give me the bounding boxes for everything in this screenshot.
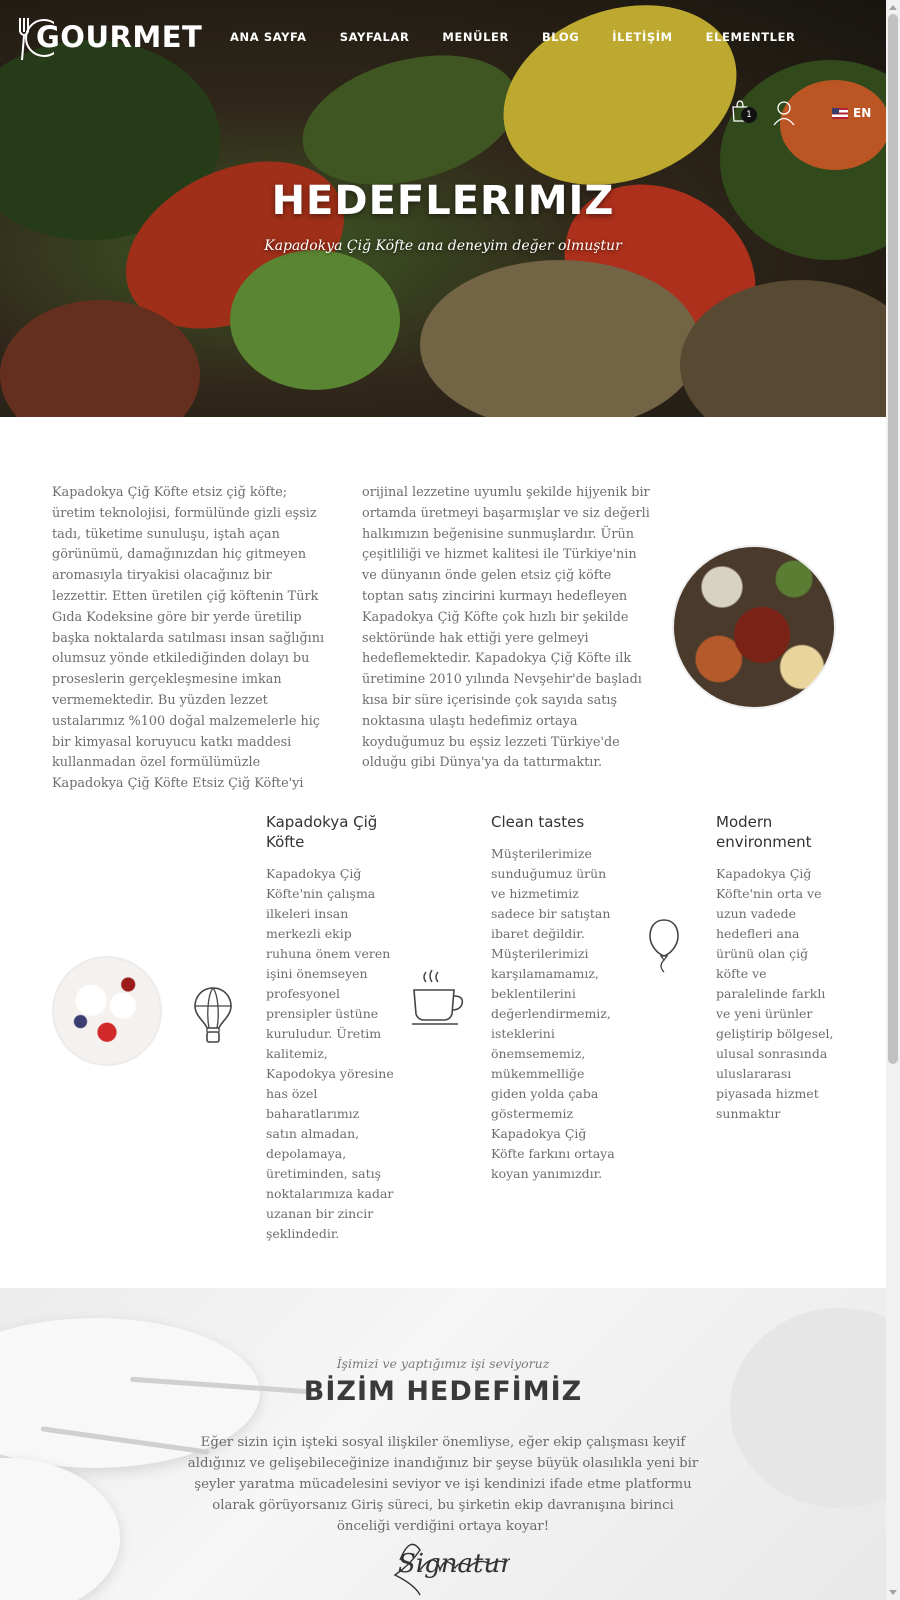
intro-text-column-2: orijinal lezzetine uyumlu şekilde hijyen… xyxy=(362,485,650,771)
feature-title-2: Clean tastes xyxy=(491,813,585,831)
plate-decoration xyxy=(730,1308,886,1508)
signature-text: Signature xyxy=(398,1549,510,1579)
feature-title-3: Modern environment xyxy=(716,813,812,851)
page-scrollbar[interactable] xyxy=(886,0,900,1600)
nav-item-ana-sayfa[interactable]: ANA SAYFA xyxy=(230,30,307,44)
logo-text: GOURMET xyxy=(36,20,203,54)
nav-item-menuler[interactable]: MENÜLER xyxy=(442,30,509,44)
scrollbar-thumb[interactable] xyxy=(888,14,898,1064)
account-button[interactable] xyxy=(773,100,795,126)
nav-item-sayfalar[interactable]: SAYFALAR xyxy=(340,30,410,44)
feature-text-3: Kapadokya Çiğ Köfte'nin orta ve uzun vad… xyxy=(716,866,834,1121)
scroll-down-arrow-icon[interactable] xyxy=(889,1590,897,1595)
user-icon xyxy=(773,101,795,126)
nav-item-elementler[interactable]: ELEMENTLER xyxy=(706,30,796,44)
hot-air-balloon-icon xyxy=(194,987,232,1043)
plate-decoration xyxy=(0,1458,120,1600)
language-label: EN xyxy=(853,106,872,120)
nav-item-iletisim[interactable]: İLETİŞİM xyxy=(612,30,672,44)
feature-title-1: Kapadokya Çiğ Köfte xyxy=(266,813,378,851)
goal-text: Eğer sizin için işteki sosyal ilişkiler … xyxy=(187,1435,699,1534)
header-actions: 1 EN xyxy=(730,100,880,130)
us-flag-icon xyxy=(832,107,848,119)
balloon-icon xyxy=(649,919,679,973)
scroll-up-arrow-icon[interactable] xyxy=(889,5,897,10)
cart-count-badge: 1 xyxy=(741,107,757,123)
main-nav: ANA SAYFA SAYFALAR MENÜLER BLOG İLETİŞİM… xyxy=(230,30,829,44)
hero-title: HEDEFLERIMIZ xyxy=(271,178,615,224)
intro-text-column-1: Kapadokya Çiğ Köfte etsiz çiğ köfte; üre… xyxy=(52,485,325,792)
hero-subtitle: Kapadokya Çiğ Köfte ana deneyim değer ol… xyxy=(264,238,622,254)
language-switcher[interactable]: EN xyxy=(832,106,871,120)
feature-text-1: Kapadokya Çiğ Köfte'nin çalışma ilkeleri… xyxy=(266,866,394,1241)
food-plate-image xyxy=(672,545,836,709)
feature-text-2: Müşterilerimize sunduğumuz ürün ve hizme… xyxy=(491,846,615,1181)
cart-button[interactable]: 1 xyxy=(730,100,757,124)
goal-title: BİZİM HEDEFİMİZ xyxy=(303,1376,583,1407)
signature-image: Signature xyxy=(393,1543,510,1596)
coffee-cup-icon xyxy=(412,969,464,1025)
goal-kicker: İşimizi ve yaptığımız işi seviyoruz xyxy=(336,1356,550,1371)
hero-banner: GOURMET ANA SAYFA SAYFALAR MENÜLER BLOG … xyxy=(0,0,886,417)
nav-item-blog[interactable]: BLOG xyxy=(542,30,579,44)
dessert-image xyxy=(52,956,162,1066)
logo[interactable]: GOURMET xyxy=(14,12,202,64)
